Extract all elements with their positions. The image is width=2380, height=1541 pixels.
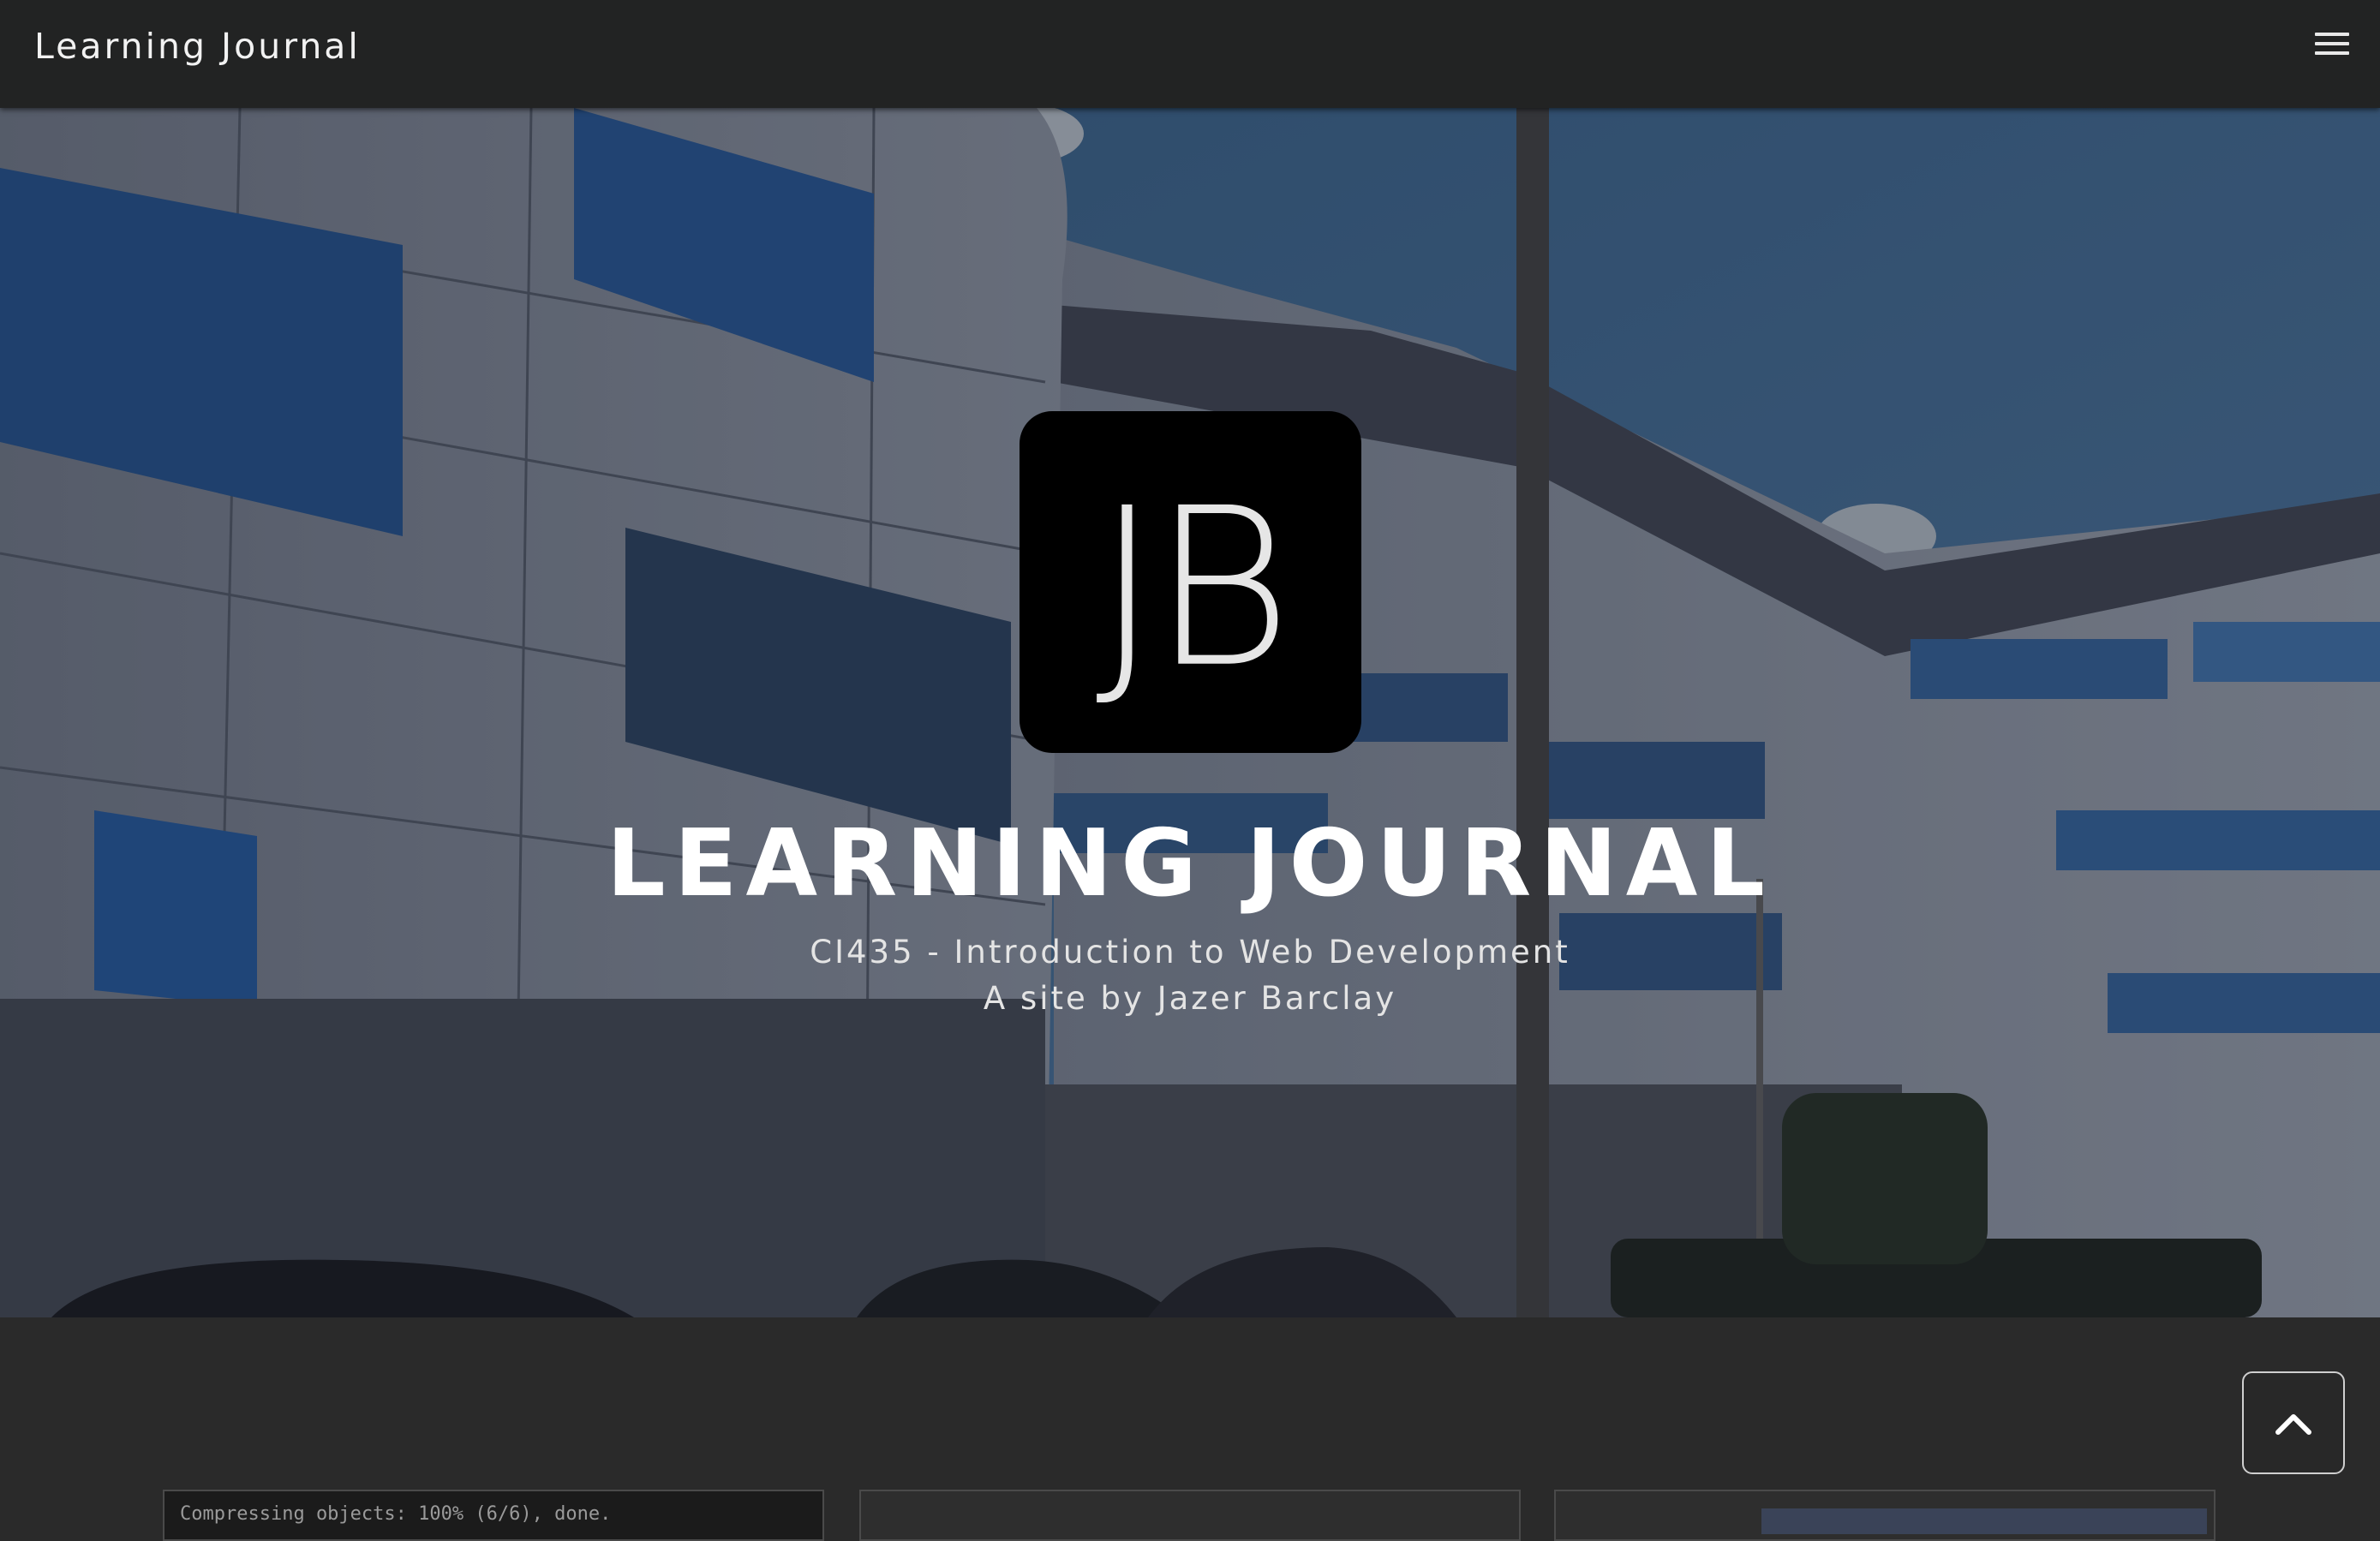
hero-subtitle-course: CI435 - Introduction to Web Development — [810, 934, 1570, 971]
navbar: Learning Journal — [0, 0, 2380, 108]
journal-card-3[interactable] — [1554, 1490, 2216, 1541]
site-brand[interactable]: Learning Journal — [34, 26, 361, 67]
hero-title: LEARNING JOURNAL — [606, 810, 1774, 917]
chevron-up-icon — [2275, 1414, 2311, 1435]
card-preview-image — [1761, 1508, 2207, 1534]
hero-section: JB LEARNING JOURNAL CI435 - Introduction… — [0, 108, 2380, 1317]
jb-logo: JB — [1020, 411, 1361, 753]
hero-subtitle-author: A site by Jazer Barclay — [983, 980, 1397, 1017]
logo-text: JB — [1095, 461, 1292, 715]
card-preview-text: Compressing objects: 100% (6/6), done. — [180, 1503, 612, 1525]
journal-card-1[interactable]: Compressing objects: 100% (6/6), done. — [163, 1490, 824, 1541]
back-to-top-button[interactable] — [2242, 1371, 2345, 1474]
hamburger-menu-icon[interactable] — [2315, 33, 2349, 62]
journal-card-2[interactable] — [859, 1490, 1521, 1541]
